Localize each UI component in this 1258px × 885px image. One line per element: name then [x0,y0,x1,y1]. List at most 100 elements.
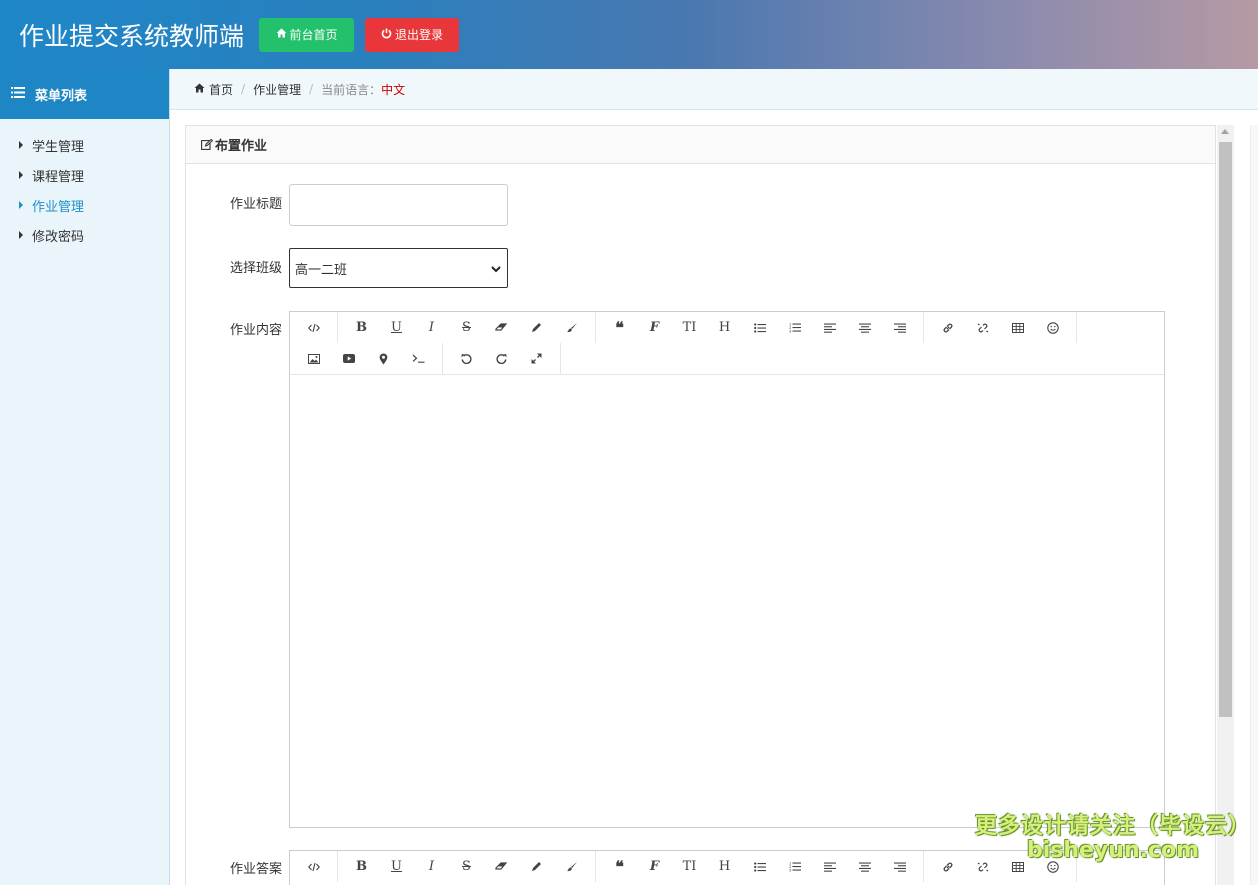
eraser-icon[interactable] [484,851,519,882]
bold-icon[interactable]: B [344,312,379,343]
brush-icon[interactable] [554,851,589,882]
answer-field-label: 作业答案 [230,862,283,877]
svg-text:3: 3 [789,329,792,334]
bullet-list-icon[interactable] [742,851,777,882]
video-icon[interactable] [331,343,366,374]
align-left-icon[interactable] [812,312,847,343]
sidebar-item-label: 作业管理 [32,199,85,215]
logout-label: 退出登录 [395,28,444,42]
sidebar-item-courses[interactable]: 课程管理 [0,160,169,190]
sidebar-menu: 学生管理 课程管理 作业管理 修改密码 [0,119,169,250]
image-icon[interactable] [296,343,331,374]
numbered-list-icon[interactable]: 123 [777,312,812,343]
assign-homework-panel: 布置作业 作业标题 选择班级 高一二班 作业内容 B U I S ❝ F TI [185,125,1216,885]
breadcrumb: 首页 / 作业管理 / 当前语言： 中文 [170,69,1258,110]
underline-icon[interactable]: U [379,312,414,343]
top-header: 作业提交系统教师端 前台首页 退出登录 [0,0,1258,69]
editor-toolbar: B U I S ❝ F TI H 123 [290,312,1164,343]
breadcrumb-home-link[interactable]: 首页 [209,81,233,98]
terminal-icon[interactable] [401,343,436,374]
sidebar-item-students[interactable]: 学生管理 [0,130,169,160]
caret-right-icon [19,171,23,179]
sidebar-item-label: 课程管理 [32,169,85,185]
content-field-label: 作业内容 [230,323,283,338]
watermark: 更多设计请关注（毕设云） bisheyun.com [975,808,1251,863]
class-select-value: 高一二班 [295,262,348,278]
title-input[interactable] [289,184,508,226]
panel-header: 布置作业 [186,126,1215,164]
list-icon [11,86,25,102]
frontend-home-label: 前台首页 [289,28,338,42]
eraser-icon[interactable] [484,312,519,343]
edit-icon [201,139,213,150]
align-left-icon[interactable] [812,851,847,882]
watermark-line2: bisheyun.com [1026,838,1200,863]
bold-icon[interactable]: B [344,851,379,882]
logout-button[interactable]: 退出登录 [365,17,460,52]
font-icon[interactable]: F [637,312,672,343]
undo-icon[interactable] [449,343,484,374]
underline-icon[interactable]: U [379,851,414,882]
scrollbar-thumb[interactable] [1219,142,1232,717]
content-editor: B U I S ❝ F TI H 123 [289,311,1165,828]
editor-toolbar-row2 [290,343,1164,374]
sidebar-item-password[interactable]: 修改密码 [0,220,169,250]
italic-icon[interactable]: I [414,851,449,882]
power-icon [381,28,392,42]
sidebar-item-label: 修改密码 [32,229,85,245]
content-editor-area[interactable] [290,374,1164,827]
link-icon[interactable] [930,312,965,343]
class-field-label: 选择班级 [230,261,283,276]
class-select[interactable]: 高一二班 [289,248,508,288]
heading-icon[interactable]: H [707,851,742,882]
bullet-list-icon[interactable] [742,312,777,343]
text-height-icon[interactable]: TI [672,851,707,882]
redo-icon[interactable] [484,343,519,374]
emoji-icon[interactable] [1035,312,1070,343]
numbered-list-icon[interactable]: 123 [777,851,812,882]
quote-icon[interactable]: ❝ [602,851,637,882]
quote-icon[interactable]: ❝ [602,312,637,343]
location-icon[interactable] [366,343,401,374]
breadcrumb-separator: / [241,82,246,96]
language-value-link[interactable]: 中文 [381,81,405,98]
pencil-icon[interactable] [519,312,554,343]
pencil-icon[interactable] [519,851,554,882]
sidebar-item-homework[interactable]: 作业管理 [0,190,169,220]
title-field-label: 作业标题 [230,197,283,212]
chevron-down-icon [491,262,501,277]
align-right-icon[interactable] [882,312,917,343]
panel-scrollbar[interactable] [1217,125,1234,885]
caret-right-icon [19,231,23,239]
code-view-icon[interactable] [296,312,331,343]
home-icon [194,82,205,96]
strikethrough-icon[interactable]: S [449,851,484,882]
sidebar: 菜单列表 学生管理 课程管理 作业管理 修改密码 [0,69,170,885]
panel-title: 布置作业 [215,139,268,154]
align-center-icon[interactable] [847,312,882,343]
caret-right-icon [19,201,23,209]
align-right-icon[interactable] [882,851,917,882]
fullscreen-icon[interactable] [519,343,554,374]
sidebar-title: 菜单列表 [35,88,88,104]
font-icon[interactable]: F [637,851,672,882]
table-icon[interactable] [1000,312,1035,343]
brush-icon[interactable] [554,312,589,343]
language-label: 当前语言： [321,82,382,97]
page-scrollbar[interactable] [1250,125,1258,885]
italic-icon[interactable]: I [414,312,449,343]
code-view-icon[interactable] [296,851,331,882]
sidebar-item-label: 学生管理 [32,139,85,155]
caret-right-icon [19,141,23,149]
frontend-home-button[interactable]: 前台首页 [259,17,355,52]
sidebar-header: 菜单列表 [0,69,169,119]
heading-icon[interactable]: H [707,312,742,343]
text-height-icon[interactable]: TI [672,312,707,343]
scroll-up-arrow-icon[interactable] [1221,129,1229,134]
align-center-icon[interactable] [847,851,882,882]
unlink-icon[interactable] [965,312,1000,343]
svg-text:3: 3 [789,868,792,873]
link-icon[interactable] [930,851,965,882]
strikethrough-icon[interactable]: S [449,312,484,343]
breadcrumb-section-link[interactable]: 作业管理 [253,81,301,98]
